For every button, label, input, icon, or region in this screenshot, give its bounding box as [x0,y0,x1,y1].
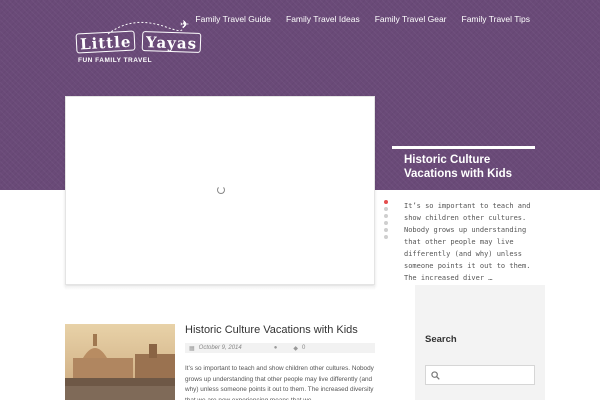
logo-word-little: Little [75,30,136,54]
slider-dot-3[interactable] [384,214,388,218]
post-date: October 9, 2014 [198,345,242,351]
post-excerpt: It’s so important to teach and show chil… [185,365,374,400]
search-box[interactable] [425,365,535,385]
comment-count[interactable]: 0 [302,345,305,351]
logo-tagline: FUN FAMILY TRAVEL [78,57,153,64]
slider-dots [384,200,388,239]
featured-excerpt: It’s so important to teach and show chil… [404,202,531,282]
post-thumbnail[interactable] [65,324,175,400]
slider-dot-5[interactable] [384,228,388,232]
featured-title[interactable]: Historic Culture Vacations with Kids [404,153,529,181]
post-meta: ▦ October 9, 2014 ● ◆ 0 [185,343,375,353]
loading-spinner-icon [217,186,225,194]
calendar-icon: ▦ [189,345,195,352]
slider-dot-1[interactable] [384,200,388,204]
comment-icon[interactable]: ◆ [293,345,298,352]
slider-dot-4[interactable] [384,221,388,225]
search-widget-title: Search [425,334,457,345]
nav-family-travel-guide[interactable]: Family Travel Guide [195,14,271,24]
slider-shadow [65,286,375,290]
slider-dot-6[interactable] [384,235,388,239]
airplane-icon: ✈ [180,19,190,31]
search-input[interactable] [444,368,532,382]
post-title[interactable]: Historic Culture Vacations with Kids [185,324,358,336]
featured-divider [392,146,535,149]
nav-family-travel-gear[interactable]: Family Travel Gear [375,14,447,24]
user-icon[interactable]: ● [274,345,278,351]
venice-photo [65,324,175,400]
nav-family-travel-tips[interactable]: Family Travel Tips [462,14,531,24]
sidebar: Search [415,285,545,400]
search-icon[interactable] [431,371,440,380]
featured-slider[interactable] [65,96,375,285]
main-nav: Family Travel Guide Family Travel Ideas … [195,14,530,24]
nav-family-travel-ideas[interactable]: Family Travel Ideas [286,14,360,24]
slider-dot-2[interactable] [384,207,388,211]
site-logo[interactable]: ✈ Little Yayas FUN FAMILY TRAVEL [75,18,206,68]
logo-word-yayas: Yayas [141,30,202,54]
